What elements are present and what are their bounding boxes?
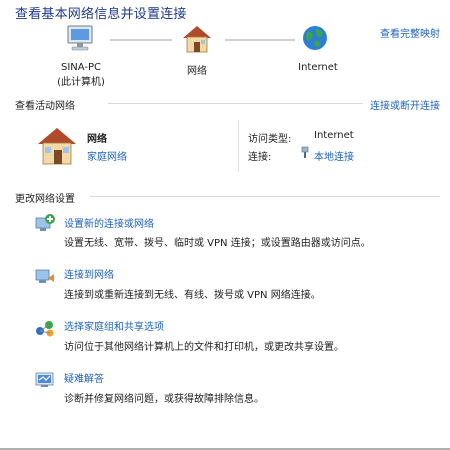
task-troubleshoot-link[interactable]: 疑难解答 [64,370,104,385]
access-type-label: 访问类型: [248,134,292,145]
connect-network-icon [34,266,56,286]
full-map-link[interactable]: 查看完整映射 [380,25,440,40]
task-connect-network-desc: 连接到或重新连接到无线、有线、拨号或 VPN 网络连接。 [64,290,321,301]
task-setup-connection-link[interactable]: 设置新的连接或网络 [64,215,154,230]
connection-label: 连接: [248,152,272,163]
map-node-network-label: 网络 [187,66,207,77]
map-connector [225,39,295,41]
task-homegroup-link[interactable]: 选择家庭组和共享选项 [64,318,164,333]
section-divider [108,103,363,104]
connect-disconnect-link[interactable]: 连接或断开连接 [370,97,440,112]
network-name: 网络 [87,134,107,145]
section-divider [90,196,440,197]
home-network-icon [35,126,79,166]
computer-icon[interactable] [64,24,100,56]
task-connect-network-link[interactable]: 连接到网络 [64,266,114,281]
page-title: 查看基本网络信息并设置连接 [15,7,187,22]
troubleshoot-icon [34,370,56,390]
map-connector [110,39,172,41]
map-node-internet-label: Internet [298,62,338,73]
globe-icon[interactable] [300,23,330,53]
access-type-value: Internet [314,130,354,141]
local-connection-link[interactable]: 本地连接 [314,148,354,163]
active-networks-heading: 查看活动网络 [15,101,75,112]
task-homegroup-desc: 访问位于其他网络计算机上的文件和打印机，或更改共享设置。 [64,342,344,353]
map-node-name: SINA-PC [60,62,102,73]
task-setup-connection-desc: 设置无线、宽带、拨号、临时或 VPN 连接；或设置路由器或访问点。 [64,238,371,249]
new-connection-icon [34,214,56,234]
task-troubleshoot-desc: 诊断并修复网络问题，或获得故障排除信息。 [64,394,264,405]
map-node-computer-label: SINA-PC (此计算机) [48,62,114,88]
network-type-link[interactable]: 家庭网络 [87,148,127,163]
map-node-sublabel: (此计算机) [57,77,105,88]
change-settings-heading: 更改网络设置 [15,194,75,205]
ethernet-icon [300,146,310,159]
vertical-divider [238,120,239,172]
house-icon[interactable] [180,24,214,54]
homegroup-icon [34,318,56,338]
